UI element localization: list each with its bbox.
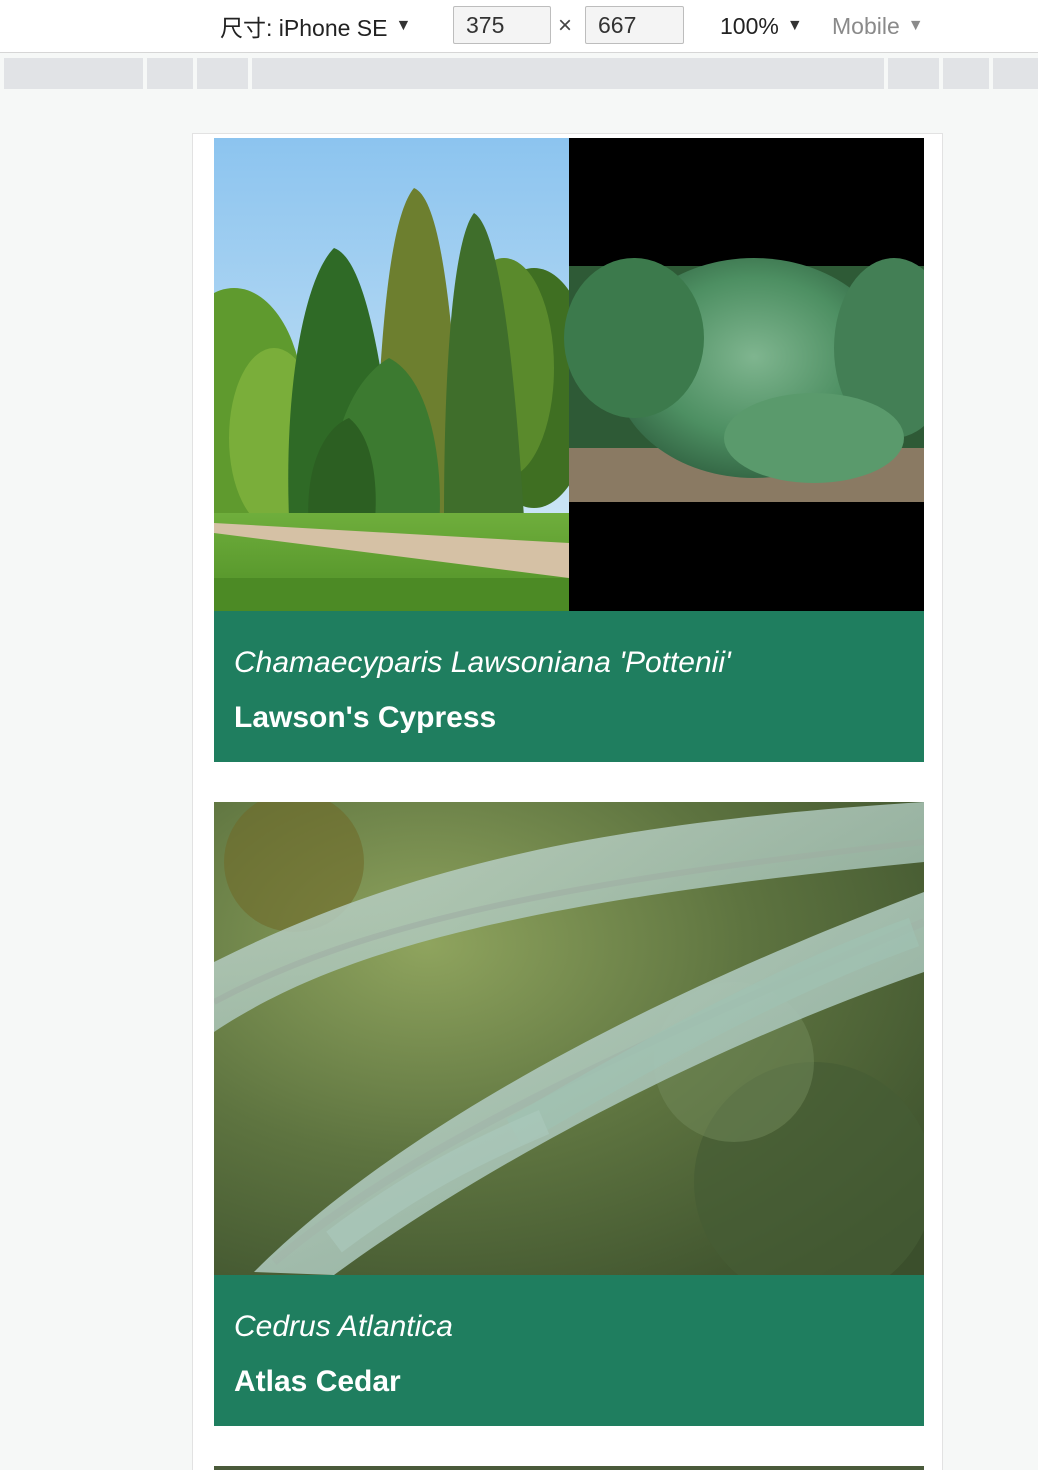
latin-name: Chamaecyparis Lawsoniana 'Pottenii' [234,646,731,679]
height-input-value: 667 [598,11,637,38]
device-select[interactable]: 尺寸: iPhone SE ▼ [220,0,411,52]
media-query-segment[interactable] [252,58,884,89]
tree-card[interactable]: Chamaecyparis Lawsoniana 'Pottenii' Laws… [214,138,924,762]
next-card-peek [214,1466,924,1470]
width-input-value: 375 [466,11,505,38]
common-name: Atlas Cedar [234,1365,401,1398]
media-query-bar [4,58,1038,89]
media-query-segment[interactable] [943,58,989,89]
times-icon: × [558,12,573,39]
media-query-segment[interactable] [993,58,1038,89]
device-toolbar: 尺寸: iPhone SE ▼ 375 × 667 100% ▼ Mobile … [0,0,1038,53]
height-input[interactable]: 667 [585,6,684,44]
mode-select[interactable]: Mobile ▼ [832,0,924,52]
device-viewport: Chamaecyparis Lawsoniana 'Pottenii' Laws… [192,133,943,1470]
tree-card[interactable]: Cedrus Atlantica Atlas Cedar [214,802,924,1426]
tree-photo [214,138,924,611]
chevron-down-icon: ▼ [907,17,924,34]
width-input[interactable]: 375 [453,6,551,44]
common-name: Lawson's Cypress [234,701,497,734]
zoom-select[interactable]: 100% ▼ [720,0,803,52]
mode-select-label: Mobile [832,12,900,39]
latin-name: Cedrus Atlantica [234,1310,453,1343]
media-query-segment[interactable] [147,58,193,89]
cedar-branch-image [214,802,924,1275]
zoom-select-label: 100% [720,12,779,39]
media-query-segment[interactable] [197,58,248,89]
cypress-collage-image [214,138,924,611]
tree-photo [214,802,924,1275]
media-query-segment[interactable] [888,58,939,89]
tree-caption: Chamaecyparis Lawsoniana 'Pottenii' Laws… [214,611,924,762]
device-select-label: 尺寸: iPhone SE [220,15,388,41]
media-query-segment[interactable] [4,58,143,89]
chevron-down-icon: ▼ [786,17,803,34]
tree-caption: Cedrus Atlantica Atlas Cedar [214,1275,924,1426]
chevron-down-icon: ▼ [395,17,412,34]
